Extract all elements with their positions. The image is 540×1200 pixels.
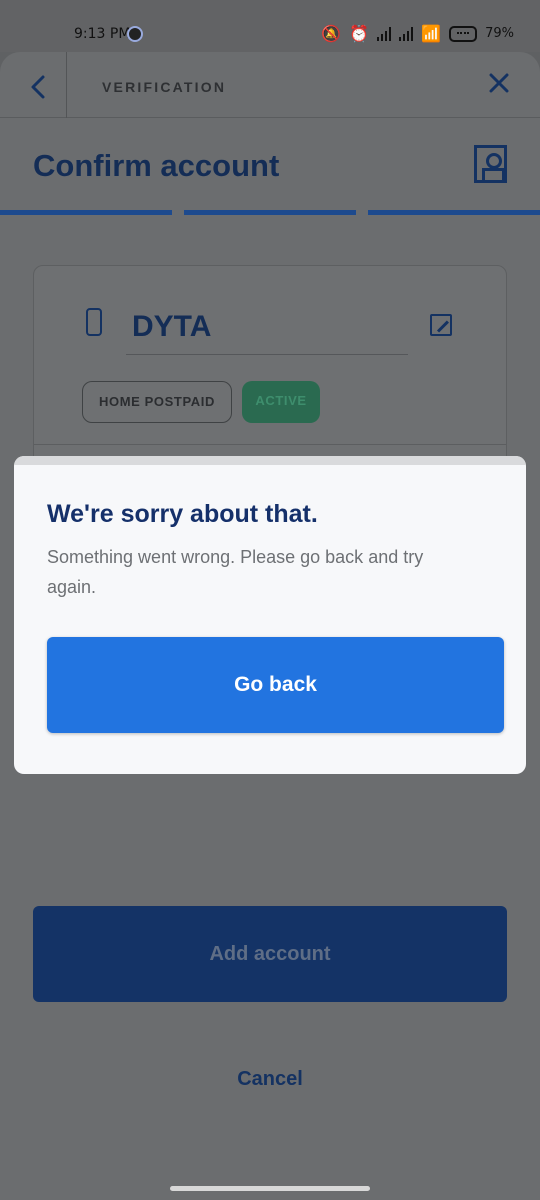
top-bar-divider <box>66 52 67 118</box>
mute-icon: 🔕 <box>321 24 342 43</box>
close-icon <box>489 73 509 93</box>
profile-icon <box>474 145 507 183</box>
card-divider <box>34 444 506 445</box>
plan-badge: HOME POSTPAID <box>82 381 232 423</box>
add-account-button[interactable]: Add account <box>33 906 507 1002</box>
chevron-left-icon <box>31 75 45 99</box>
back-button[interactable] <box>22 70 56 104</box>
progress-segment <box>184 210 356 215</box>
dialog-top-strip <box>14 456 526 465</box>
wifi-icon: 📶 <box>421 24 442 43</box>
dialog-title: We're sorry about that. <box>47 500 318 528</box>
error-dialog: We're sorry about that. Something went w… <box>14 456 526 774</box>
status-bar: 9:13 PM 🔕 ⏰ 📶 79% <box>0 0 540 52</box>
status-badge: ACTIVE <box>242 381 320 423</box>
progress-bar <box>0 210 540 215</box>
signal-icon <box>377 26 392 41</box>
home-indicator <box>170 1186 370 1191</box>
top-bar: VERIFICATION <box>0 52 540 118</box>
status-icons: 🔕 ⏰ 📶 79% <box>321 24 514 43</box>
go-back-button[interactable]: Go back <box>47 637 504 733</box>
status-time: 9:13 PM <box>74 26 131 42</box>
progress-segment <box>368 210 540 215</box>
phone-icon <box>86 308 102 336</box>
signal-icon-2 <box>399 26 414 41</box>
dialog-message: Something went wrong. Please go back and… <box>47 547 424 597</box>
edit-icon[interactable] <box>430 314 452 336</box>
close-button[interactable] <box>482 66 516 100</box>
cancel-link[interactable]: Cancel <box>0 1068 540 1091</box>
top-bar-title: VERIFICATION <box>102 79 227 95</box>
battery-icon <box>449 25 478 42</box>
notification-app-icon <box>127 26 143 42</box>
alarm-icon: ⏰ <box>349 24 370 43</box>
progress-segment <box>0 210 172 215</box>
name-underline <box>126 354 408 355</box>
page-title: Confirm account <box>33 148 280 183</box>
battery-level: 79% <box>485 26 514 41</box>
account-name: DYTA <box>132 310 212 343</box>
